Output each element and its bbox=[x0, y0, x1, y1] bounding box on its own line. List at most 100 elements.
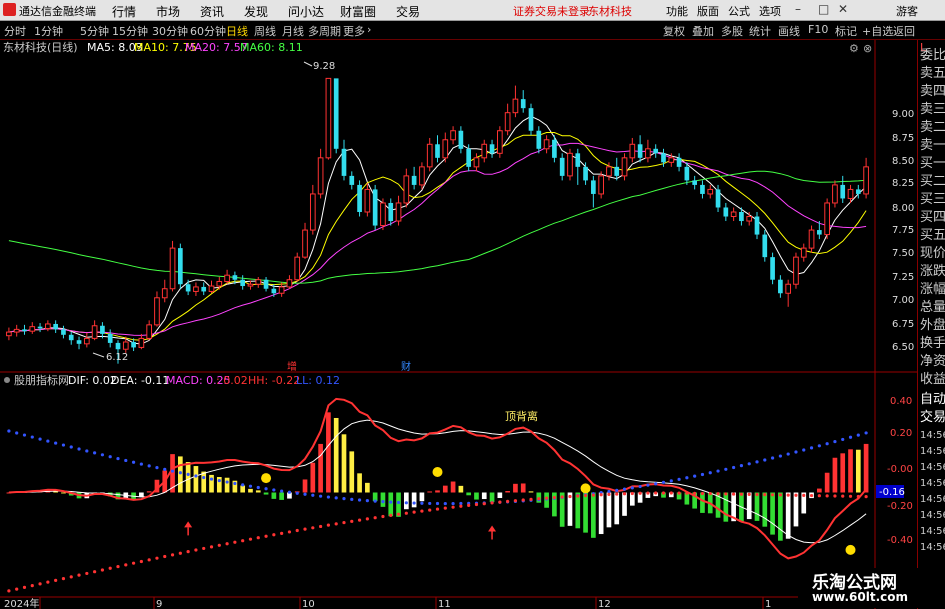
tool-f10[interactable]: F10 bbox=[808, 23, 828, 36]
side-item[interactable]: 买四 bbox=[920, 210, 945, 226]
menu-trade[interactable]: 交易 bbox=[396, 3, 420, 20]
candle-body bbox=[840, 184, 846, 199]
tool-multi-stock[interactable]: 多股 bbox=[721, 23, 743, 39]
side-time: 14:56 bbox=[920, 478, 945, 489]
tool-overlay[interactable]: 叠加 bbox=[692, 23, 714, 39]
side-item[interactable]: 买二 bbox=[920, 174, 945, 190]
indicator-menu-icon[interactable] bbox=[4, 377, 10, 383]
high-price-label: 9.28 bbox=[313, 61, 335, 72]
side-item[interactable]: 现价 bbox=[920, 246, 945, 262]
indicator-bar bbox=[817, 488, 822, 493]
period-monthly[interactable]: 月线 bbox=[282, 23, 304, 39]
indicator-dif: DIF: 0.02 bbox=[68, 374, 117, 387]
event-mark-increase[interactable]: 增 bbox=[287, 360, 297, 373]
side-item[interactable]: 收益 bbox=[920, 372, 945, 388]
candle-body bbox=[855, 189, 861, 194]
ll-dot bbox=[716, 492, 720, 496]
side-item[interactable]: 卖一 bbox=[920, 138, 945, 154]
side-item[interactable]: 净资 bbox=[920, 354, 945, 370]
user-label[interactable]: 游客 bbox=[896, 3, 918, 19]
ll-dot bbox=[319, 524, 323, 529]
period-more[interactable]: 更多 bbox=[343, 23, 365, 39]
candle-body bbox=[653, 148, 659, 154]
ll-dot bbox=[747, 492, 751, 496]
side-item[interactable]: 总量 bbox=[920, 300, 945, 316]
side-item[interactable]: 外盘 bbox=[920, 318, 945, 334]
menu-wealth[interactable]: 财富圈 bbox=[340, 3, 376, 20]
side-item[interactable]: 委比 bbox=[920, 48, 945, 64]
side-item[interactable]: 卖四 bbox=[920, 84, 945, 100]
period-intraday[interactable]: 分时 bbox=[4, 23, 26, 39]
candle-body bbox=[800, 247, 807, 258]
candle-body bbox=[317, 157, 324, 195]
event-mark-finance[interactable]: 财 bbox=[401, 360, 411, 373]
hh-dot bbox=[116, 456, 120, 461]
side-item[interactable]: 涨跌 bbox=[920, 264, 945, 280]
main-chart[interactable]: 东材科技(日线) MA5: 8.03 MA10: 7.75 MA20: 7.57… bbox=[0, 40, 917, 609]
candle-body bbox=[325, 77, 332, 159]
period-15min[interactable]: 15分钟 bbox=[112, 23, 148, 39]
side-item[interactable]: 卖二 bbox=[920, 120, 945, 136]
period-weekly[interactable]: 周线 bbox=[254, 23, 276, 39]
watermark-url: www.60lt.com bbox=[812, 590, 909, 604]
menu-quotes[interactable]: 行情 bbox=[112, 3, 136, 20]
settings-gear-icon[interactable]: ⚙ bbox=[849, 42, 859, 55]
side-item[interactable]: 涨幅 bbox=[920, 282, 945, 298]
ll-dot bbox=[61, 577, 66, 581]
tool-draw[interactable]: 画线 bbox=[778, 23, 800, 39]
candle-body bbox=[83, 337, 90, 345]
login-notice[interactable]: 证券交易未登录 bbox=[513, 3, 590, 19]
hh-dot bbox=[248, 484, 253, 488]
side-item-trade[interactable]: 交易 bbox=[920, 410, 945, 426]
ll-dot bbox=[287, 530, 292, 534]
indicator-bar bbox=[450, 481, 456, 493]
tool-mark[interactable]: 标记 bbox=[835, 23, 857, 39]
hh-dot bbox=[654, 482, 658, 486]
ll-dot bbox=[155, 556, 159, 560]
app-title: 通达信金融终端 bbox=[19, 5, 96, 18]
period-multi[interactable]: 多周期 bbox=[308, 23, 341, 39]
tool-stats[interactable]: 统计 bbox=[749, 23, 771, 39]
candle-body bbox=[411, 175, 417, 185]
period-30min[interactable]: 30分钟 bbox=[152, 23, 188, 39]
menu-formula[interactable]: 公式 bbox=[728, 3, 750, 19]
candle-body bbox=[793, 256, 799, 285]
indicator-hh: HH: -0.22 bbox=[248, 374, 300, 387]
chevron-right-icon[interactable]: › bbox=[367, 23, 371, 36]
period-60min[interactable]: 60分钟 bbox=[190, 23, 226, 39]
candle-body bbox=[161, 288, 168, 299]
side-item[interactable]: 买一 bbox=[920, 156, 945, 172]
period-5min[interactable]: 5分钟 bbox=[80, 23, 109, 39]
menu-market[interactable]: 市场 bbox=[156, 3, 180, 20]
side-item[interactable]: 卖五 bbox=[920, 66, 945, 82]
indicator-bar bbox=[458, 485, 464, 493]
side-item[interactable]: 卖三 bbox=[920, 102, 945, 118]
menu-options[interactable]: 选项 bbox=[759, 3, 781, 19]
candle-body bbox=[450, 130, 456, 141]
tool-adjust[interactable]: 复权 bbox=[663, 23, 685, 39]
tool-add-watchlist[interactable]: +自选 bbox=[862, 23, 893, 39]
panel-close-icon[interactable]: ⊗ bbox=[863, 42, 872, 55]
indicator-bar bbox=[146, 491, 152, 493]
hh-dot bbox=[85, 449, 89, 453]
period-1min[interactable]: 1分钟 bbox=[34, 23, 63, 39]
menu-discover[interactable]: 发现 bbox=[244, 3, 268, 20]
side-item[interactable]: 买三 bbox=[920, 192, 945, 208]
menu-layout[interactable]: 版面 bbox=[697, 3, 719, 19]
maximize-icon[interactable]: □ bbox=[818, 2, 829, 16]
ll-dot bbox=[544, 496, 549, 500]
menu-news[interactable]: 资讯 bbox=[200, 3, 224, 20]
close-icon[interactable]: ✕ bbox=[838, 2, 848, 16]
menu-function[interactable]: 功能 bbox=[666, 3, 688, 19]
period-daily[interactable]: 日线 bbox=[226, 23, 248, 39]
side-item-auto[interactable]: 自动 bbox=[920, 392, 945, 408]
side-item[interactable]: 换手 bbox=[920, 336, 945, 352]
ll-dot bbox=[841, 494, 845, 498]
menu-ask[interactable]: 问小达 bbox=[288, 3, 324, 20]
tool-back[interactable]: 返回 bbox=[893, 23, 915, 39]
indicator-bar bbox=[435, 490, 440, 493]
hh-dot bbox=[61, 443, 66, 447]
side-item[interactable]: 买五 bbox=[920, 228, 945, 244]
minimize-icon[interactable]: – bbox=[795, 2, 801, 16]
candle-body bbox=[45, 323, 51, 329]
